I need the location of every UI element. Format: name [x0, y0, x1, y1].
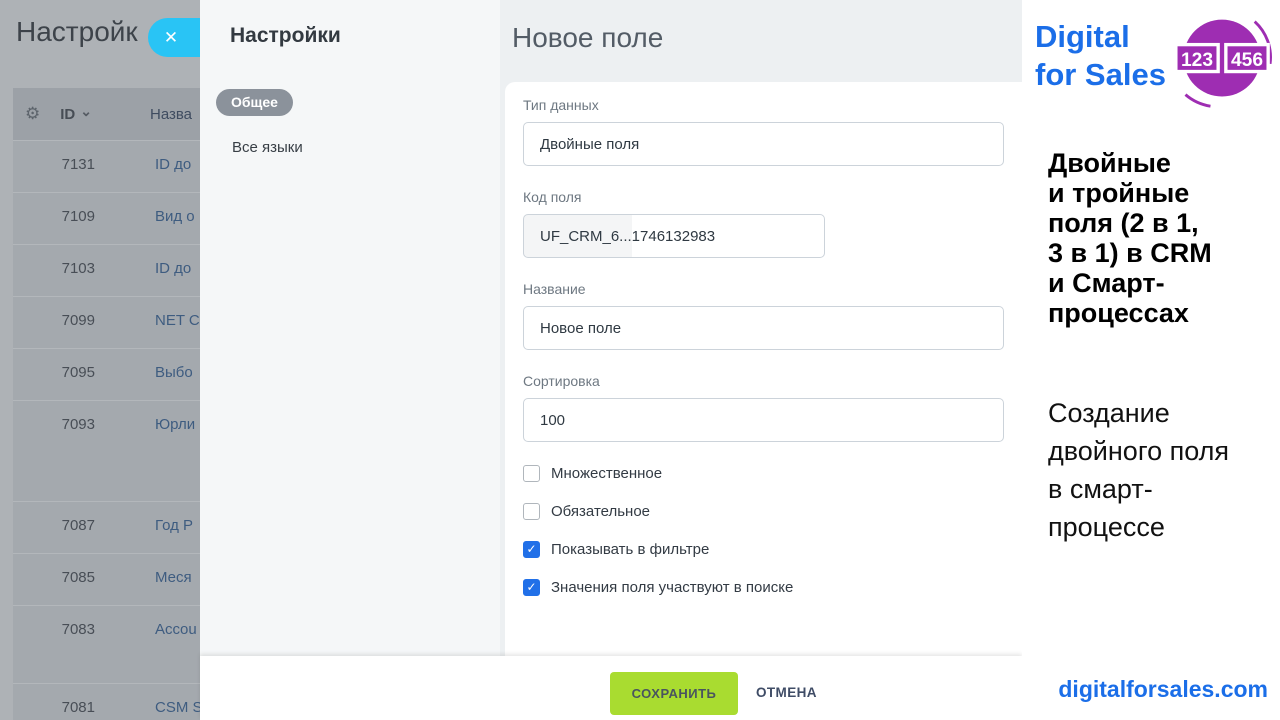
field-label-0: Тип данных: [523, 96, 1022, 114]
checkbox-1[interactable]: [523, 503, 540, 520]
checkbox-2[interactable]: ✓: [523, 541, 540, 558]
column-header-name: Назва: [150, 106, 192, 123]
checkbox-label-0: Множественное: [551, 465, 662, 482]
checkbox-label-1: Обязательное: [551, 503, 650, 520]
field-label-3: Сортировка: [523, 372, 1022, 390]
table-row: 7087 Год Р: [13, 501, 200, 553]
table-row: 7083 Accou: [13, 605, 200, 683]
field-label-2: Название: [523, 280, 1022, 298]
table-row: 7131 ID до: [13, 140, 200, 192]
cancel-button[interactable]: ОТМЕНА: [756, 685, 817, 700]
badge-right-text: 456: [1231, 50, 1263, 71]
field-input-3[interactable]: [523, 398, 1004, 442]
row-name-link: Год Р: [155, 517, 193, 534]
badge-left-text: 123: [1181, 50, 1213, 71]
row-id: 7087: [25, 517, 95, 534]
form-card: Тип данных Код поля Название Сортировка Мно…: [505, 82, 1022, 656]
brand-panel: Digital for Sales 123 456 Двойные и трой…: [1022, 0, 1280, 720]
table-row: 7081 CSM S: [13, 683, 200, 720]
form-panel: Новое поле Тип данных Код поля Название Сор…: [500, 0, 1022, 720]
row-id: 7083: [25, 621, 95, 638]
checkbox-label-3: Значения поля участвуют в поиске: [551, 579, 793, 596]
close-button[interactable]: ✕: [148, 18, 200, 57]
column-header-id: ID: [60, 106, 75, 123]
save-button[interactable]: СОХРАНИТЬ: [610, 672, 738, 715]
action-bar: СОХРАНИТЬ ОТМЕНА: [200, 656, 1022, 720]
row-id: 7103: [25, 260, 95, 277]
checkbox-row: Обязательное: [523, 500, 1022, 522]
row-id: 7093: [25, 416, 95, 433]
table-row: 7103 ID до: [13, 244, 200, 296]
row-name-link: ID до: [155, 260, 191, 277]
checkbox-3[interactable]: ✓: [523, 579, 540, 596]
row-id: 7131: [25, 156, 95, 173]
checkbox-row: ✓ Показывать в фильтре: [523, 538, 1022, 560]
checkbox-row: ✓ Значения поля участвуют в поиске: [523, 576, 1022, 598]
page-title: Новое поле: [500, 0, 1022, 54]
form-header: Новое поле: [500, 0, 1022, 82]
form-fields: Тип данных Код поля Название Сортировка: [523, 96, 1022, 442]
field-input-2[interactable]: [523, 306, 1004, 350]
checkbox-row: Множественное: [523, 462, 1022, 484]
background-table-body: 7131 ID до 7109 Вид о 7103 ID до 7099 NET C 7095…: [13, 140, 200, 720]
headline: Двойные и тройные поля (2 в 1, 3 в 1) в …: [1048, 148, 1212, 328]
screen: Настройк ⚙ ID ⌄ Назва 7131ID до7109Вид о…: [0, 0, 1280, 720]
settings-panel: Настройки Общее Все языки: [200, 0, 500, 720]
row-name-link: Accou: [155, 621, 197, 638]
form-checkboxes: Множественное Обязательное ✓ Показывать в ф…: [523, 462, 1022, 598]
checkbox-0[interactable]: [523, 465, 540, 482]
settings-panel-title: Настройки: [230, 24, 341, 48]
row-id: 7095: [25, 364, 95, 381]
background-page: Настройк ⚙ ID ⌄ Назва 7131ID до7109Вид о…: [0, 0, 200, 720]
brand-logo-line1: Digital: [1035, 18, 1166, 56]
row-name-link: Выбо: [155, 364, 193, 381]
row-id: 7099: [25, 312, 95, 329]
checkbox-label-2: Показывать в фильтре: [551, 541, 709, 558]
row-id: 7109: [25, 208, 95, 225]
table-row: 7099 NET C: [13, 296, 200, 348]
row-name-link: Меся: [155, 569, 192, 586]
subtitle: Создание двойного поля в смарт- процессе: [1048, 394, 1229, 546]
tab-general[interactable]: Общее: [216, 89, 293, 116]
website-link: digitalforsales.com: [1058, 676, 1268, 703]
field-input-0[interactable]: [523, 122, 1004, 166]
row-name-link: NET C: [155, 312, 200, 329]
chevron-down-icon: ⌄: [80, 103, 92, 120]
brand-logo-line2: for Sales: [1035, 56, 1166, 94]
tab-all-languages[interactable]: Все языки: [232, 139, 303, 156]
row-name-link: Юрли: [155, 416, 195, 433]
row-name-link: CSM S: [155, 699, 200, 716]
table-row: 7095 Выбо: [13, 348, 200, 400]
brand-logo-text: Digital for Sales: [1035, 18, 1166, 94]
row-id: 7085: [25, 569, 95, 586]
table-header-row: ⚙ ID ⌄ Назва: [13, 88, 200, 140]
row-name-link: Вид о: [155, 208, 195, 225]
field-input-1[interactable]: [523, 214, 825, 258]
background-table: ⚙ ID ⌄ Назва 7131 ID до 7109 Вид о 7103 ID до…: [13, 88, 200, 720]
table-row: 7093 Юрли: [13, 400, 200, 501]
gear-icon: ⚙: [25, 104, 40, 124]
close-icon: ✕: [164, 29, 178, 46]
table-row: 7085 Меся: [13, 553, 200, 605]
field-label-1: Код поля: [523, 188, 1022, 206]
row-name-link: ID до: [155, 156, 191, 173]
table-row: 7109 Вид о: [13, 192, 200, 244]
row-id: 7081: [25, 699, 95, 716]
brand-logo-icon: 123 456: [1172, 8, 1272, 112]
